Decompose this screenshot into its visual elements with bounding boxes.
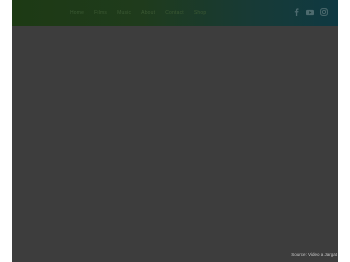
- page-frame: Home Films Music About Contact Shop Sour…: [12, 0, 338, 262]
- header-bar: Home Films Music About Contact Shop: [12, 0, 338, 26]
- nav-item-contact[interactable]: Contact: [165, 10, 184, 16]
- nav-item-shop[interactable]: Shop: [194, 10, 206, 16]
- nav-menu: Home Films Music About Contact Shop: [70, 10, 206, 16]
- instagram-icon[interactable]: [320, 8, 328, 16]
- facebook-icon[interactable]: [292, 8, 300, 16]
- credit-link[interactable]: Source: Video a Jargat: [291, 252, 337, 257]
- nav-item-about[interactable]: About: [141, 10, 155, 16]
- video-area: [12, 26, 338, 262]
- nav-item-music[interactable]: Music: [117, 10, 131, 16]
- nav-item-home[interactable]: Home: [70, 10, 84, 16]
- nav-item-films[interactable]: Films: [94, 10, 107, 16]
- youtube-icon[interactable]: [306, 8, 314, 16]
- social-links: [292, 8, 328, 16]
